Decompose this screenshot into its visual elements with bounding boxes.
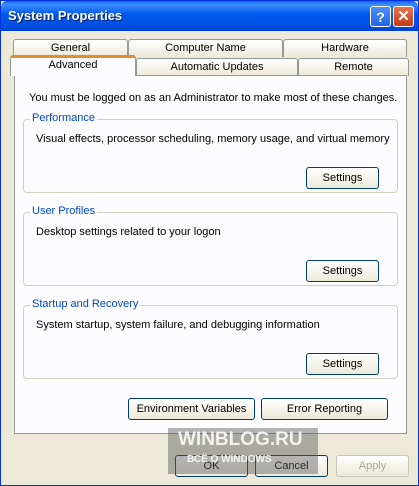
performance-group-title: Performance	[30, 112, 97, 124]
performance-description: Visual effects, processor scheduling, me…	[36, 133, 390, 145]
tab-advanced[interactable]: Advanced	[10, 55, 136, 76]
user-profiles-group: User Profiles Desktop settings related t…	[23, 205, 398, 286]
startup-recovery-description: System startup, system failure, and debu…	[36, 319, 320, 331]
tab-remote[interactable]: Remote	[298, 58, 409, 76]
tab-automatic-updates[interactable]: Automatic Updates	[136, 58, 298, 76]
help-icon: ?	[376, 8, 385, 25]
help-button[interactable]: ?	[370, 6, 391, 27]
startup-recovery-group: Startup and Recovery System startup, sys…	[23, 298, 398, 379]
performance-group: Performance Visual effects, processor sc…	[23, 112, 398, 193]
user-profiles-description: Desktop settings related to your logon	[36, 226, 221, 238]
tab-hardware[interactable]: Hardware	[283, 39, 407, 57]
admin-notice: You must be logged on as an Administrato…	[29, 92, 398, 104]
environment-variables-button[interactable]: Environment Variables	[128, 398, 255, 420]
system-properties-window: System Properties ? ✕ General Computer N…	[0, 0, 419, 486]
tab-computer-name[interactable]: Computer Name	[128, 39, 283, 57]
close-button[interactable]: ✕	[393, 6, 414, 27]
startup-recovery-group-title: Startup and Recovery	[30, 298, 141, 310]
error-reporting-button[interactable]: Error Reporting	[261, 398, 388, 420]
user-profiles-settings-button[interactable]: Settings	[306, 260, 379, 282]
apply-button[interactable]: Apply	[336, 455, 409, 477]
title-bar[interactable]: System Properties ? ✕	[1, 1, 418, 31]
startup-recovery-settings-button[interactable]: Settings	[306, 353, 379, 375]
advanced-tab-panel: You must be logged on as an Administrato…	[14, 75, 407, 434]
user-profiles-group-title: User Profiles	[30, 205, 97, 217]
watermark-title: WINBLOG.RU	[178, 429, 303, 450]
close-icon: ✕	[397, 8, 410, 25]
performance-settings-button[interactable]: Settings	[306, 167, 379, 189]
window-title: System Properties	[8, 8, 123, 23]
watermark-subtitle: ВСЁ О WINDOWS	[187, 454, 272, 465]
